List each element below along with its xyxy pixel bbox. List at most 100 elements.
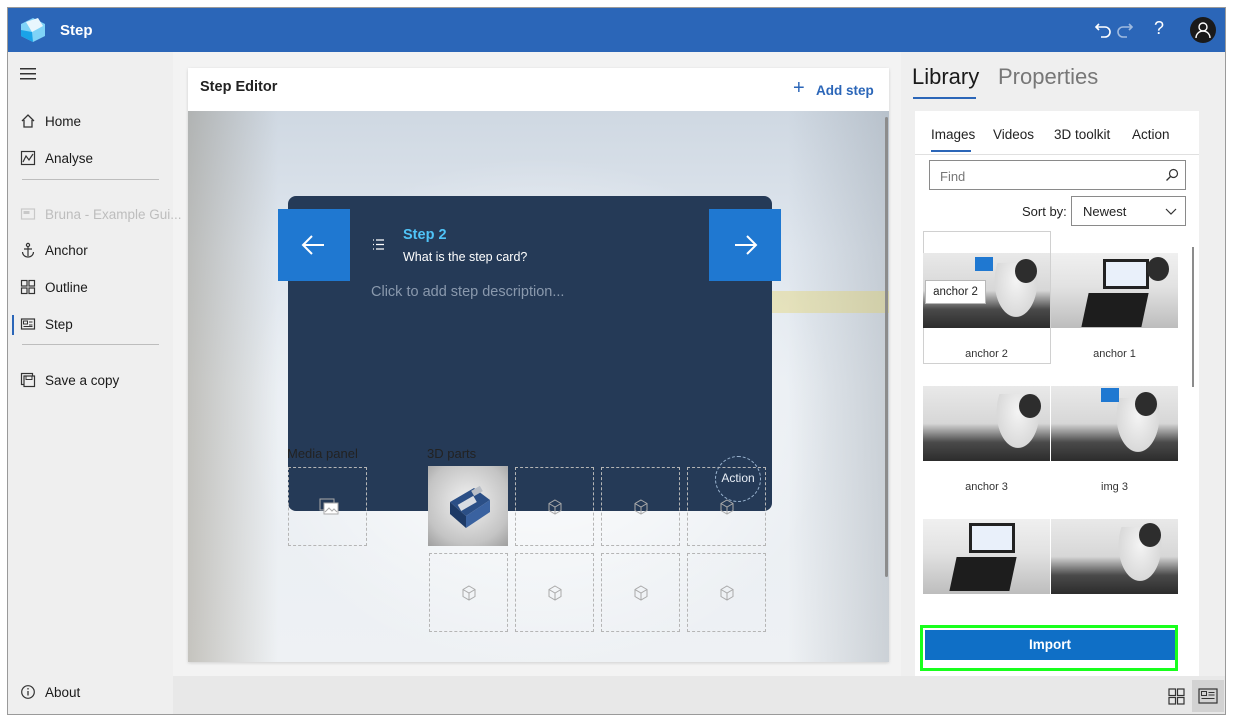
tooltip: anchor 2 [925, 280, 986, 304]
nav-label-step: Step [45, 317, 73, 332]
library-image-laptop[interactable] [923, 519, 1050, 594]
cube-icon [548, 499, 562, 515]
cube-icon [462, 585, 476, 601]
nav-label-analyse: Analyse [45, 151, 94, 166]
nav-divider [22, 179, 159, 180]
nav-item-save-copy[interactable]: Save a copy [8, 366, 173, 396]
sort-label: Sort by: [1022, 204, 1067, 219]
step-number: Step 2 [403, 227, 447, 243]
home-icon [21, 114, 35, 128]
list-icon [373, 239, 384, 250]
arrow-left-icon [301, 235, 324, 255]
sort-dropdown[interactable]: Newest [1071, 196, 1186, 226]
help-icon[interactable]: ? [1151, 18, 1167, 39]
anchor-icon [21, 242, 35, 258]
image-placeholder-icon [319, 498, 339, 515]
step-icon [20, 318, 36, 330]
3d-part-slot[interactable] [515, 553, 594, 632]
sort-value: Newest [1083, 204, 1127, 219]
subtab-3d-toolkit[interactable]: 3D toolkit [1054, 127, 1110, 142]
search-placeholder: Find [940, 169, 966, 184]
step-editor-panel: Step Editor + Add step Step 2 What is th… [188, 68, 889, 662]
tab-library-underline [913, 97, 976, 99]
nav-item-guide: Bruna - Example Gui... [8, 200, 182, 230]
3d-part-slot[interactable] [687, 467, 766, 546]
tab-library[interactable]: Library [912, 64, 979, 90]
cube-icon [548, 585, 562, 601]
cube-icon [634, 585, 648, 601]
media-slot[interactable] [288, 467, 367, 546]
bottom-bar [173, 676, 1225, 714]
arrow-right-icon [735, 235, 758, 255]
nav-label-guide: Bruna - Example Gui... [45, 207, 182, 222]
scene-blur-right [788, 111, 889, 662]
nav-label-save-copy: Save a copy [45, 373, 120, 388]
nav-item-home[interactable]: Home [8, 107, 173, 137]
headset-shape [1019, 394, 1041, 418]
nav-label-about: About [45, 685, 81, 700]
step-description-field[interactable]: Click to add step description... [371, 284, 564, 300]
nav-item-analyse[interactable]: Analyse [8, 144, 173, 174]
cube-icon [720, 499, 734, 515]
search-input[interactable]: Find [929, 160, 1186, 190]
step-card[interactable]: Step 2 What is the step card? Click to a… [278, 196, 781, 511]
next-step-button[interactable] [709, 209, 781, 281]
panel-shape [1101, 388, 1119, 402]
nav-label-home: Home [45, 114, 82, 129]
library-divider [915, 154, 1199, 155]
scene-background: Step 2 What is the step card? Click to a… [188, 111, 889, 662]
scene-blur-left [188, 111, 278, 662]
3d-part-image [450, 485, 490, 528]
library-image-headset[interactable] [1051, 519, 1178, 594]
3d-part-slot[interactable] [601, 467, 680, 546]
app-window: Step ? Home Analyse Bruna - Example Gui.… [7, 7, 1226, 715]
laptop-shape [1081, 293, 1149, 327]
user-avatar-icon[interactable] [1190, 17, 1216, 43]
previous-step-button[interactable] [278, 209, 350, 281]
head-shape [1147, 257, 1169, 281]
panel-shape [975, 257, 993, 271]
headset-shape [1139, 523, 1161, 547]
subtab-action[interactable]: Action [1132, 127, 1170, 142]
nav-item-anchor[interactable]: Anchor [8, 236, 173, 266]
step-view-button[interactable] [1192, 680, 1224, 712]
3d-part-slot[interactable] [515, 467, 594, 546]
search-icon [1166, 168, 1179, 181]
nav-label-outline: Outline [45, 280, 88, 295]
library-image-anchor-1[interactable] [1051, 253, 1178, 328]
laptop-shape [949, 557, 1017, 591]
plus-icon: + [793, 77, 805, 99]
media-panel-label: Media panel [287, 446, 358, 461]
screen-shape [1103, 259, 1149, 289]
library-image-anchor-3[interactable] [923, 386, 1050, 461]
library-image-img-3[interactable] [1051, 386, 1178, 461]
3d-part-thumbnail[interactable] [428, 466, 508, 546]
3d-part-slot[interactable] [601, 553, 680, 632]
left-nav: Home Analyse Bruna - Example Gui... Anch… [8, 52, 182, 714]
3d-part-slot[interactable] [429, 553, 508, 632]
outline-icon [20, 279, 36, 295]
chevron-down-icon [1165, 208, 1177, 215]
subtab-images[interactable]: Images [931, 127, 975, 142]
step-title[interactable]: What is the step card? [403, 250, 527, 264]
save-copy-icon [20, 372, 36, 388]
tab-properties[interactable]: Properties [998, 64, 1098, 90]
title-bar: Step ? [8, 8, 1225, 52]
editor-scrollbar[interactable] [885, 117, 888, 577]
import-button[interactable]: Import [925, 630, 1175, 660]
redo-icon[interactable] [1116, 19, 1134, 39]
cube-icon [634, 499, 648, 515]
nav-item-about[interactable]: About [8, 678, 173, 708]
undo-icon[interactable] [1094, 19, 1112, 39]
grid-view-icon[interactable] [1168, 688, 1185, 705]
nav-item-outline[interactable]: Outline [8, 273, 173, 303]
hamburger-menu-icon[interactable] [20, 68, 36, 80]
subtab-videos[interactable]: Videos [993, 127, 1034, 142]
guide-icon [20, 208, 36, 220]
headset-shape [1015, 259, 1037, 283]
library-panel: Images Videos 3D toolkit Action Find Sor… [915, 111, 1199, 676]
library-scrollbar[interactable] [1192, 247, 1194, 387]
library-caption: anchor 2 [965, 348, 1008, 360]
3d-part-slot[interactable] [687, 553, 766, 632]
nav-item-step[interactable]: Step [8, 310, 173, 340]
